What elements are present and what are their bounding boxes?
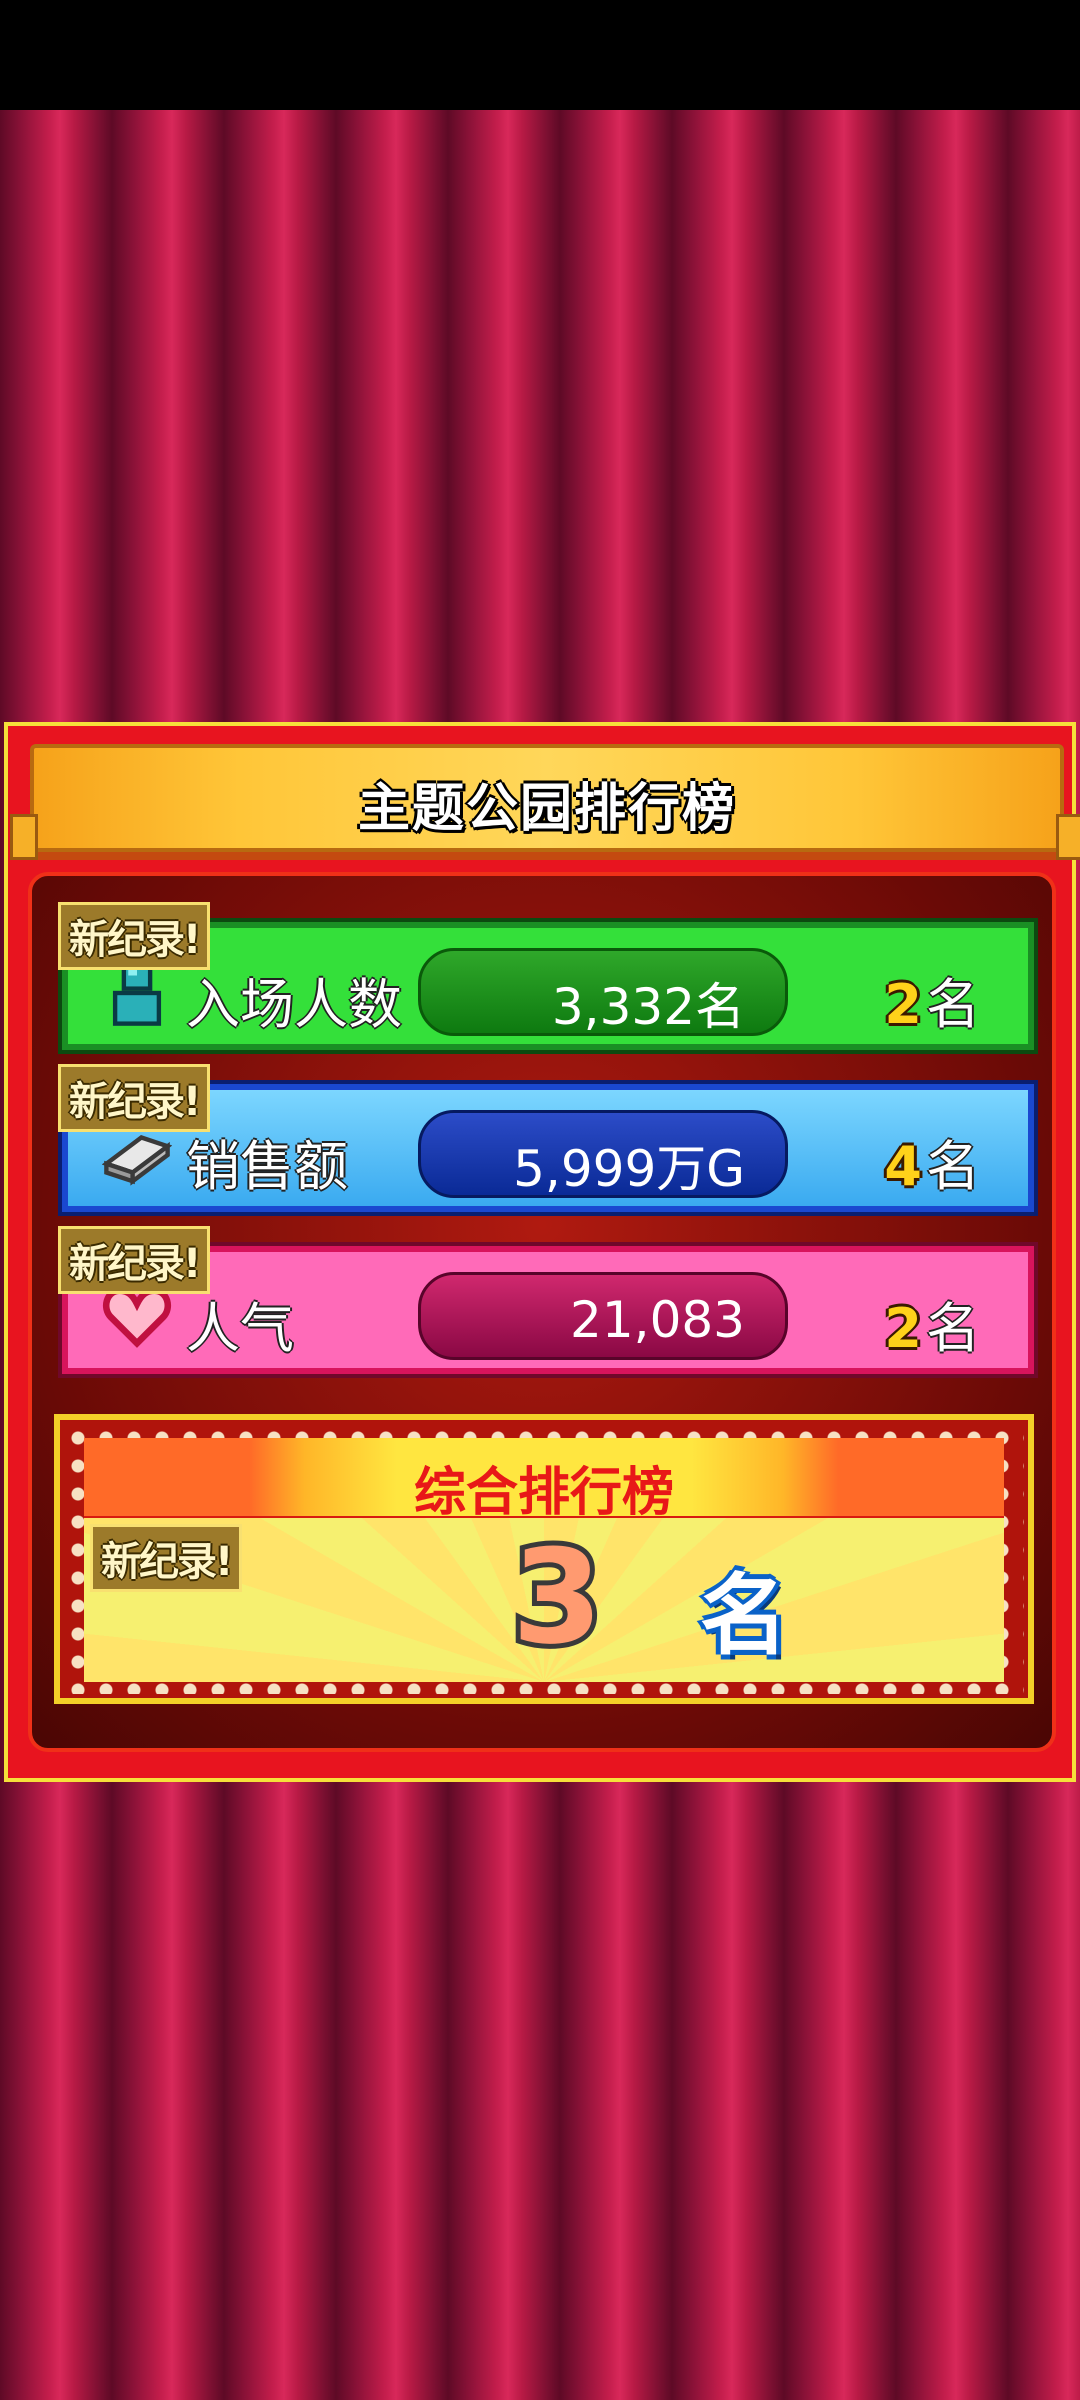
sales-rank-number: 4 [884,1135,922,1198]
sales-value-pill: 5,999万G [418,1110,788,1198]
panel-title: 主题公园排行榜 [357,779,736,839]
overall-rank-number: 3 [507,1521,608,1673]
attendance-rank-number: 2 [884,973,922,1036]
attendance-rank-suffix: 名 [926,973,980,1036]
new-record-badge: 新纪录! [58,1064,211,1132]
attendance-row: 入场人数 3,332名 2名 新纪录! [58,902,1038,1054]
new-record-badge: 新纪录! [58,902,211,970]
overall-ranking-title: 综合排行榜 [413,1463,674,1523]
ranking-list: 入场人数 3,332名 2名 新纪录! 销售额 5,999万G 4名 新纪录! … [28,872,1056,1752]
attendance-value-pill: 3,332名 [418,948,788,1036]
overall-ranking-box: 综合排行榜 新纪录! 3 名 [54,1414,1034,1704]
new-record-badge: 新纪录! [58,1226,211,1294]
ranking-panel: 主题公园排行榜 入场人数 3,332名 2名 新纪录! 销售额 5,999万G … [4,722,1080,1782]
popularity-value-pill: 21,083 [418,1272,788,1360]
popularity-row: 人气 21,083 2名 新纪录! [58,1226,1038,1378]
popularity-label: 人气 [186,1297,294,1360]
game-screen: 主题公园排行榜 入场人数 3,332名 2名 新纪录! 销售额 5,999万G … [0,0,1080,2400]
new-record-badge: 新纪录! [90,1524,243,1592]
overall-rank-suffix: 名 [700,1564,789,1667]
overall-ranking-header: 综合排行榜 [84,1438,1004,1523]
title-banner: 主题公园排行榜 [10,744,1080,860]
sales-rank-suffix: 名 [926,1135,980,1198]
status-bar [0,0,1080,110]
popularity-value: 21,083 [570,1291,745,1349]
attendance-label: 入场人数 [186,973,402,1036]
attendance-rank: 2名 [884,960,980,1039]
popularity-rank-number: 2 [884,1297,922,1360]
sales-value: 5,999万G [513,1140,745,1198]
popularity-rank-suffix: 名 [926,1297,980,1360]
attendance-value: 3,332名 [551,978,745,1036]
sales-label: 销售额 [186,1135,348,1198]
sales-rank: 4名 [884,1122,980,1201]
overall-ranking-result: 新纪录! 3 名 [84,1518,1004,1682]
popularity-rank: 2名 [884,1284,980,1363]
sales-row: 销售额 5,999万G 4名 新纪录! [58,1064,1038,1216]
